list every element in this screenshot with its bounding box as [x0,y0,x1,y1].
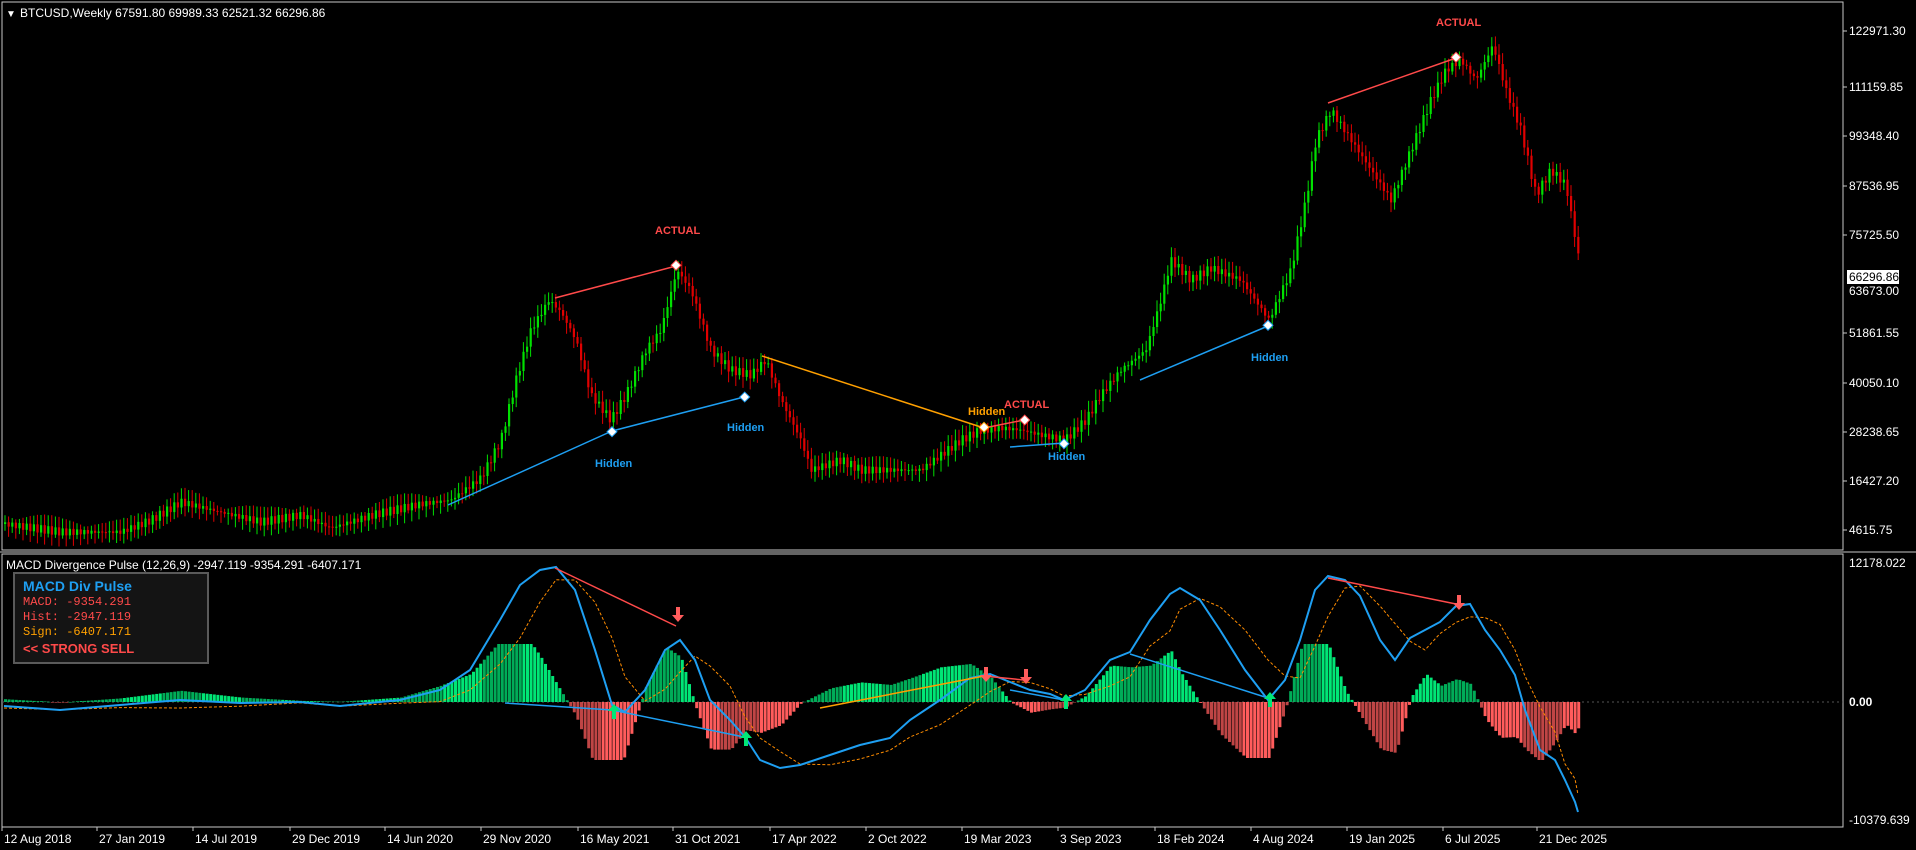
time-tick-label: 18 Feb 2024 [1157,832,1225,846]
macd-axis[interactable]: 12178.022 0.00 -10379.639 [1849,556,1910,827]
diamond-marker-icon [606,426,618,438]
candlestick-series [4,36,1580,547]
macd-tick-label: -10379.639 [1849,813,1910,827]
bearish-divergence-line [983,419,1025,429]
actual-label: ACTUAL [1004,399,1049,411]
actual-label: ACTUAL [655,225,700,237]
hidden-label: Hidden [968,406,1006,418]
hidden-label: Hidden [1251,352,1289,364]
time-tick-label: 19 Mar 2023 [964,832,1032,846]
price-tick-label: 51861.55 [1849,326,1899,340]
actual-label: ACTUAL [1436,17,1481,29]
current-price-label: 66296.86 [1849,270,1899,284]
macd-tick-label: 0.00 [1849,695,1873,709]
price-tick-label: 75725.50 [1849,228,1899,242]
indicator-info-panel: MACD Div Pulse MACD: -9354.291 Hist: -29… [13,572,209,664]
time-tick-label: 6 Jul 2025 [1445,832,1501,846]
hidden-bearish-line [761,355,985,429]
price-tick-label: 4615.75 [1849,523,1893,537]
diamond-marker-icon [1019,414,1031,426]
sell-arrow-icon [672,607,684,622]
bearish-divergence-line [1327,577,1457,605]
price-tick-label: 111159.85 [1849,80,1903,94]
bearish-divergence-line [554,265,677,299]
indicator-title: MACD Divergence Pulse (12,26,9) -2947.11… [6,558,362,572]
bearish-divergence-line [554,567,677,627]
price-tick-label: 122971.30 [1849,24,1906,38]
diamond-marker-icon [739,391,751,403]
panel-sign-value: Sign: -6407.171 [23,625,132,639]
time-tick-label: 2 Oct 2022 [868,832,927,846]
macd-tick-label: 12178.022 [1849,556,1906,570]
time-tick-label: 14 Jun 2020 [387,832,453,846]
time-tick-label: 27 Jan 2019 [99,832,165,846]
panel-title: MACD Div Pulse [23,578,132,594]
time-tick-label: 29 Dec 2019 [292,832,360,846]
chart-canvas[interactable]: ▼ BTCUSD,Weekly 67591.80 69989.33 62521.… [0,0,1916,850]
menu-arrow-icon[interactable]: ▼ [6,9,16,20]
time-tick-label: 31 Oct 2021 [675,832,741,846]
time-axis[interactable]: 12 Aug 2018 27 Jan 2019 14 Jul 2019 29 Dec … [1,827,1607,846]
hidden-label: Hidden [1048,451,1086,463]
time-tick-label: 3 Sep 2023 [1060,832,1122,846]
hidden-label: Hidden [727,422,765,434]
hidden-bullish-line [611,396,745,432]
price-tick-label: 28238.65 [1849,425,1899,439]
time-tick-label: 16 May 2021 [580,832,650,846]
time-tick-label: 17 Apr 2022 [772,832,837,846]
price-tick-label: 16427.20 [1849,474,1899,488]
price-tick-label: 40050.10 [1849,376,1899,390]
panel-macd-value: MACD: -9354.291 [23,595,132,609]
chart-title: BTCUSD,Weekly 67591.80 69989.33 62521.32… [20,6,326,20]
time-tick-label: 19 Jan 2025 [1349,832,1415,846]
price-tick-label: 63673.00 [1849,284,1899,298]
price-tick-label: 87536.95 [1849,179,1899,193]
hidden-bullish-line [447,430,613,506]
panel-hist-value: Hist: -2947.119 [23,610,132,624]
hidden-label: Hidden [595,458,633,470]
panel-signal-text: << STRONG SELL [23,641,135,656]
diamond-marker-icon [670,259,682,271]
time-tick-label: 21 Dec 2025 [1539,832,1607,846]
hidden-bullish-line [1139,325,1269,381]
time-tick-label: 12 Aug 2018 [4,832,72,846]
time-tick-label: 14 Jul 2019 [195,832,257,846]
price-tick-label: 99348.40 [1849,129,1899,143]
time-tick-label: 29 Nov 2020 [483,832,551,846]
time-tick-label: 4 Aug 2024 [1253,832,1314,846]
